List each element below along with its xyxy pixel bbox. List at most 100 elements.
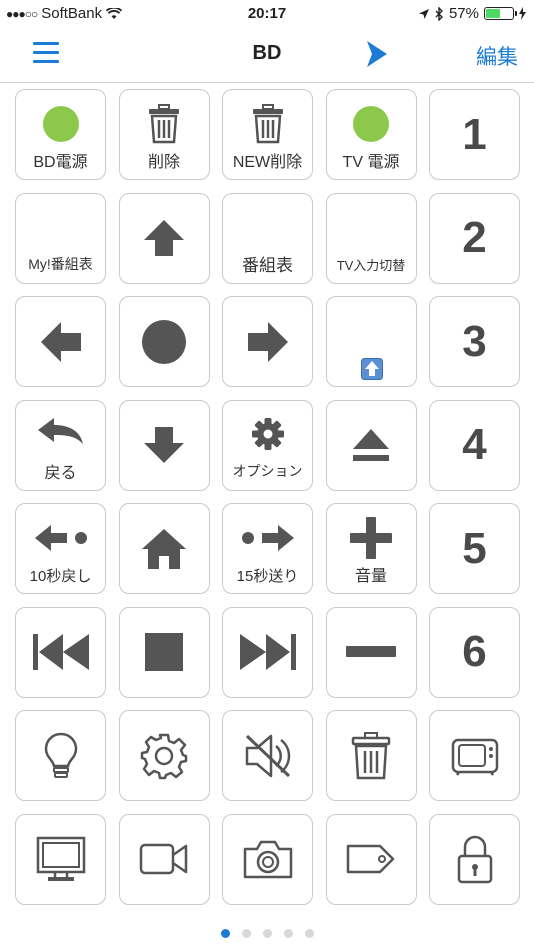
key-label: 10秒戻し	[29, 568, 92, 585]
skip-forward-icon	[241, 524, 294, 551]
charging-icon	[519, 7, 526, 20]
back-arrow-icon	[37, 418, 83, 444]
gear-icon	[140, 733, 188, 779]
number-6-button[interactable]: 6	[429, 606, 520, 698]
page-dot[interactable]	[241, 929, 251, 938]
power-indicator-icon	[353, 105, 389, 142]
key-label: オプション	[232, 462, 303, 479]
mute-button[interactable]	[222, 710, 313, 801]
skip-back-icon	[34, 524, 87, 551]
minus-icon	[346, 646, 396, 657]
key-number: 1	[462, 109, 487, 159]
arrow-up-icon	[144, 220, 184, 256]
tag-icon	[346, 844, 395, 874]
page-dot[interactable]	[220, 929, 230, 938]
play-icon[interactable]	[366, 40, 388, 68]
lock-icon	[457, 835, 492, 884]
key-number: 4	[462, 420, 487, 469]
bluetooth-icon	[435, 6, 443, 21]
remote-key-grid: BD電源 削除 NEW削除 TV 電源 1 My!番組表 番組表 TV入力切替 …	[15, 89, 520, 905]
eject-button[interactable]	[325, 399, 417, 491]
volume-down-button[interactable]	[325, 606, 417, 698]
option-button[interactable]: オプション	[222, 399, 313, 491]
previous-button[interactable]	[15, 606, 106, 698]
monitor-button[interactable]	[15, 813, 106, 905]
new-delete-button[interactable]: NEW削除	[222, 89, 313, 180]
number-2-button[interactable]: 2	[429, 192, 520, 284]
tv-input-button[interactable]: TV入力切替	[325, 192, 417, 284]
up-button[interactable]	[118, 192, 210, 284]
key-number: 2	[462, 213, 487, 262]
page-dot[interactable]	[283, 929, 293, 938]
tv-icon	[451, 738, 498, 776]
location-icon	[418, 8, 429, 19]
status-bar: ●●●○○ SoftBank 20:17 57%	[0, 0, 534, 28]
number-4-button[interactable]: 4	[429, 399, 520, 491]
settings-button[interactable]	[118, 710, 210, 801]
video-camera-icon	[139, 843, 188, 875]
stop-icon	[145, 633, 183, 671]
light-button[interactable]	[15, 710, 106, 801]
bd-power-button[interactable]: BD電源	[15, 89, 106, 180]
tv-power-button[interactable]: TV 電源	[325, 89, 417, 180]
lock-button[interactable]	[429, 813, 520, 905]
home-button[interactable]	[118, 503, 210, 594]
volume-up-button[interactable]: 音量	[325, 503, 417, 594]
next-button[interactable]	[222, 606, 313, 698]
camera-icon	[243, 840, 292, 879]
arrow-left-icon	[40, 321, 81, 362]
my-guide-button[interactable]: My!番組表	[15, 192, 106, 284]
plus-icon	[350, 516, 392, 559]
delete-button[interactable]: 削除	[118, 89, 210, 180]
page-dot[interactable]	[262, 929, 272, 938]
photo-button[interactable]	[222, 813, 313, 905]
back-button[interactable]: 戻る	[15, 399, 106, 491]
key-label: TV 電源	[342, 154, 400, 171]
battery-icon	[484, 7, 517, 20]
home-icon	[142, 528, 186, 569]
shift-button[interactable]	[325, 296, 417, 387]
shift-arrow-icon	[360, 358, 383, 380]
stop-button[interactable]	[118, 606, 210, 698]
video-button[interactable]	[118, 813, 210, 905]
arrow-right-icon	[247, 321, 288, 362]
key-label: BD電源	[33, 154, 88, 171]
key-label: 削除	[147, 154, 180, 171]
left-button[interactable]	[15, 296, 106, 387]
circle-icon	[142, 319, 186, 364]
number-3-button[interactable]: 3	[429, 296, 520, 387]
enter-button[interactable]	[118, 296, 210, 387]
rewind-10s-button[interactable]: 10秒戻し	[15, 503, 106, 594]
trash-icon	[252, 103, 283, 143]
guide-button[interactable]: 番組表	[222, 192, 313, 284]
tv-button[interactable]	[429, 710, 520, 801]
key-number: 3	[462, 316, 487, 366]
gear-icon	[251, 418, 284, 450]
arrow-down-icon	[144, 427, 184, 463]
number-5-button[interactable]: 5	[429, 503, 520, 594]
key-number: 5	[462, 523, 487, 573]
key-label: 番組表	[242, 255, 293, 275]
key-label: NEW削除	[232, 154, 303, 171]
tag-button[interactable]	[325, 813, 417, 905]
forward-15s-button[interactable]: 15秒送り	[222, 503, 313, 594]
right-button[interactable]	[222, 296, 313, 387]
mute-icon	[245, 734, 290, 777]
skip-next-icon	[239, 634, 296, 670]
page-indicator[interactable]	[0, 929, 534, 938]
monitor-icon	[36, 836, 85, 881]
key-label: TV入力切替	[336, 257, 406, 273]
trash-button[interactable]	[325, 710, 417, 801]
key-label: 戻る	[44, 464, 77, 482]
trash-icon	[351, 731, 391, 779]
battery-percent: 57%	[448, 5, 479, 22]
key-label: My!番組表	[28, 255, 93, 272]
down-button[interactable]	[118, 399, 210, 491]
edit-button[interactable]: 編集	[476, 41, 518, 71]
number-1-button[interactable]: 1	[429, 89, 520, 180]
page-dot[interactable]	[304, 929, 314, 938]
trash-icon	[149, 103, 179, 143]
page-title: BD	[252, 42, 282, 64]
key-number: 6	[462, 627, 487, 676]
key-label: 音量	[354, 568, 387, 585]
